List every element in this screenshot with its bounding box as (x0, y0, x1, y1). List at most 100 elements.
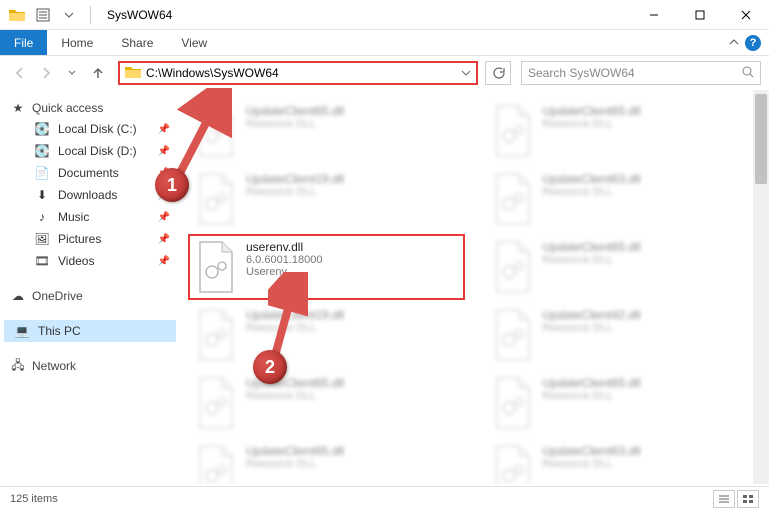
qat-dropdown-icon[interactable] (58, 4, 80, 26)
file-desc: Resource DLL (543, 322, 641, 334)
file-item[interactable]: UpdateClient65.dll Resource DLL (485, 98, 762, 164)
navbar: C:\Windows\SysWOW64 Search SysWOW64 (0, 56, 769, 90)
folder-icon (6, 4, 28, 26)
file-name: UpdateClient65.dll (246, 444, 344, 458)
minimize-button[interactable] (631, 0, 677, 30)
star-icon: ★ (10, 100, 26, 116)
file-item[interactable]: UpdateClient63.dll Resource DLL (485, 438, 762, 484)
address-dropdown-icon[interactable] (456, 68, 476, 78)
pin-icon: 📌 (158, 256, 170, 267)
file-item-userenv[interactable]: userenv.dll 6.0.6001.18000 Userenv (188, 234, 465, 300)
ribbon: File Home Share View ? (0, 30, 769, 56)
sidebar-item-onedrive[interactable]: ☁OneDrive (4, 286, 176, 306)
file-desc: Resource DLL (543, 186, 641, 198)
home-tab[interactable]: Home (47, 30, 107, 55)
recent-dropdown-icon[interactable] (60, 61, 84, 85)
help-icon[interactable]: ? (745, 35, 761, 51)
pin-icon: 📌 (158, 212, 170, 223)
dll-icon (194, 172, 238, 226)
dll-icon (194, 444, 238, 484)
sidebar-item-downloads[interactable]: ⬇Downloads📌 (4, 184, 176, 206)
dll-icon (194, 240, 238, 294)
pc-icon: 💻 (14, 323, 30, 339)
scrollbar[interactable] (753, 90, 769, 484)
pin-icon: 📌 (158, 234, 170, 245)
search-icon (742, 66, 754, 81)
scrollbar-thumb[interactable] (755, 94, 767, 184)
file-desc: Resource DLL (246, 458, 344, 470)
sidebar-item-videos[interactable]: 🎞Videos📌 (4, 250, 176, 272)
videos-icon: 🎞 (34, 253, 50, 269)
network-icon: 🖧 (10, 358, 26, 374)
details-view-button[interactable] (713, 490, 735, 508)
file-desc: Resource DLL (246, 186, 344, 198)
ribbon-expand-icon[interactable] (729, 34, 739, 52)
close-button[interactable] (723, 0, 769, 30)
file-name: UpdateClient19.dll (246, 172, 344, 186)
forward-button[interactable] (34, 61, 58, 85)
maximize-button[interactable] (677, 0, 723, 30)
file-tab[interactable]: File (0, 30, 47, 55)
share-tab[interactable]: Share (107, 30, 167, 55)
up-button[interactable] (86, 61, 110, 85)
pin-icon: 📌 (158, 124, 170, 135)
item-count: 125 items (10, 493, 58, 505)
separator (90, 6, 91, 24)
arrow-2 (268, 272, 308, 357)
file-name: UpdateClient42.dll (543, 308, 641, 322)
file-name: UpdateClient65.dll (246, 104, 344, 118)
dll-icon (194, 308, 238, 362)
icons-view-button[interactable] (737, 490, 759, 508)
sidebar-item-local-disk-c[interactable]: 💽Local Disk (C:)📌 (4, 118, 176, 140)
file-name: userenv.dll (246, 240, 322, 254)
callout-2: 2 (253, 350, 287, 384)
properties-icon[interactable] (32, 4, 54, 26)
file-item[interactable]: UpdateClient65.dll Resource DLL (188, 438, 465, 484)
file-name: UpdateClient63.dll (543, 172, 641, 186)
dll-icon (491, 376, 535, 430)
file-name: UpdateClient63.dll (543, 444, 641, 458)
sidebar-item-network[interactable]: 🖧Network (4, 356, 176, 376)
dll-icon (491, 444, 535, 484)
callout-1: 1 (155, 168, 189, 202)
file-item[interactable]: UpdateClient19.dll Resource DLL (188, 302, 465, 368)
view-tab[interactable]: View (167, 30, 221, 55)
file-item[interactable]: UpdateClient65.dll Resource DLL (188, 370, 465, 436)
search-input[interactable]: Search SysWOW64 (521, 61, 761, 85)
dll-icon (491, 104, 535, 158)
dll-icon (194, 376, 238, 430)
music-icon: ♪ (34, 209, 50, 225)
file-item[interactable]: UpdateClient42.dll Resource DLL (485, 302, 762, 368)
downloads-icon: ⬇ (34, 187, 50, 203)
refresh-button[interactable] (485, 61, 511, 85)
dll-icon (491, 240, 535, 294)
drive-icon: 💽 (34, 121, 50, 137)
file-desc: Resource DLL (246, 390, 344, 402)
documents-icon: 📄 (34, 165, 50, 181)
search-placeholder: Search SysWOW64 (528, 66, 635, 80)
pictures-icon: 🖼 (34, 231, 50, 247)
dll-icon (491, 172, 535, 226)
sidebar-item-this-pc[interactable]: 💻This PC (4, 320, 176, 342)
drive-icon: 💽 (34, 143, 50, 159)
file-item[interactable]: UpdateClient65.dll Resource DLL (485, 234, 762, 300)
address-bar[interactable]: C:\Windows\SysWOW64 (118, 61, 478, 85)
file-version: 6.0.6001.18000 (246, 254, 322, 266)
sidebar-item-documents[interactable]: 📄Documents📌 (4, 162, 176, 184)
file-desc: Resource DLL (543, 118, 641, 130)
sidebar-item-local-disk-d[interactable]: 💽Local Disk (D:)📌 (4, 140, 176, 162)
sidebar-item-pictures[interactable]: 🖼Pictures📌 (4, 228, 176, 250)
window-title: SysWOW64 (107, 8, 172, 22)
arrow-1 (172, 88, 232, 178)
file-item[interactable]: UpdateClient63.dll Resource DLL (485, 166, 762, 232)
file-item[interactable]: UpdateClient65.dll Resource DLL (485, 370, 762, 436)
file-name: UpdateClient65.dll (543, 376, 641, 390)
address-text: C:\Windows\SysWOW64 (146, 66, 456, 80)
quick-access-header[interactable]: ★ Quick access (4, 98, 176, 118)
file-name: UpdateClient65.dll (543, 104, 641, 118)
sidebar-item-music[interactable]: ♪Music📌 (4, 206, 176, 228)
dll-icon (491, 308, 535, 362)
back-button[interactable] (8, 61, 32, 85)
titlebar: SysWOW64 (0, 0, 769, 30)
content-area: ★ Quick access 💽Local Disk (C:)📌 💽Local … (0, 90, 769, 484)
